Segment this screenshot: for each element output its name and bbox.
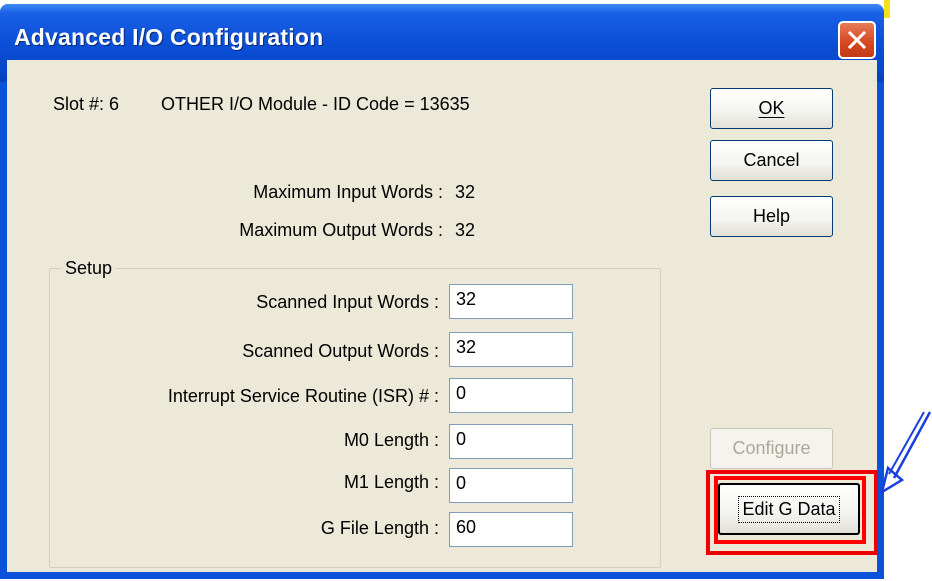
scanned-input-field[interactable]: 32 [449,284,573,319]
cancel-button[interactable]: Cancel [710,140,833,181]
g-file-length-label: G File Length : [320,518,439,538]
g-file-length-field[interactable]: 60 [449,512,573,547]
max-output-value: 32 [455,220,476,240]
help-button[interactable]: Help [710,196,833,237]
configure-button[interactable]: Configure [710,428,833,469]
help-button-label: Help [752,206,791,226]
arrow-pointer-icon [880,411,932,495]
isr-field[interactable]: 0 [449,378,573,413]
m1-length-field[interactable]: 0 [449,468,573,503]
scanned-output-label: Scanned Output Words : [242,341,439,361]
setup-group-title: Setup [61,258,117,279]
close-button[interactable] [838,21,876,59]
configure-button-label: Configure [732,438,811,458]
max-output-label: Maximum Output Words : [239,220,443,240]
slot-label: Slot #: 6 [53,94,120,114]
scanned-input-label: Scanned Input Words : [256,292,439,312]
scanned-output-field[interactable]: 32 [449,332,573,367]
module-id-text: OTHER I/O Module - ID Code = 13635 [161,94,470,114]
ok-button[interactable]: OK [710,88,833,129]
m1-length-label: M1 Length : [343,472,439,492]
m0-length-label: M0 Length : [343,430,439,450]
max-input-value: 32 [455,182,476,202]
max-input-label: Maximum Input Words : [253,182,443,202]
ok-button-label: OK [758,98,785,118]
close-x-icon [848,31,866,49]
isr-label: Interrupt Service Routine (ISR) # : [167,386,439,406]
edit-g-data-button-label: Edit G Data [738,495,840,523]
window-title: Advanced I/O Configuration [14,24,324,50]
edit-g-data-button[interactable]: Edit G Data [718,483,860,535]
corner-accent [884,0,890,18]
m0-length-field[interactable]: 0 [449,424,573,459]
cancel-button-label: Cancel [743,150,800,170]
